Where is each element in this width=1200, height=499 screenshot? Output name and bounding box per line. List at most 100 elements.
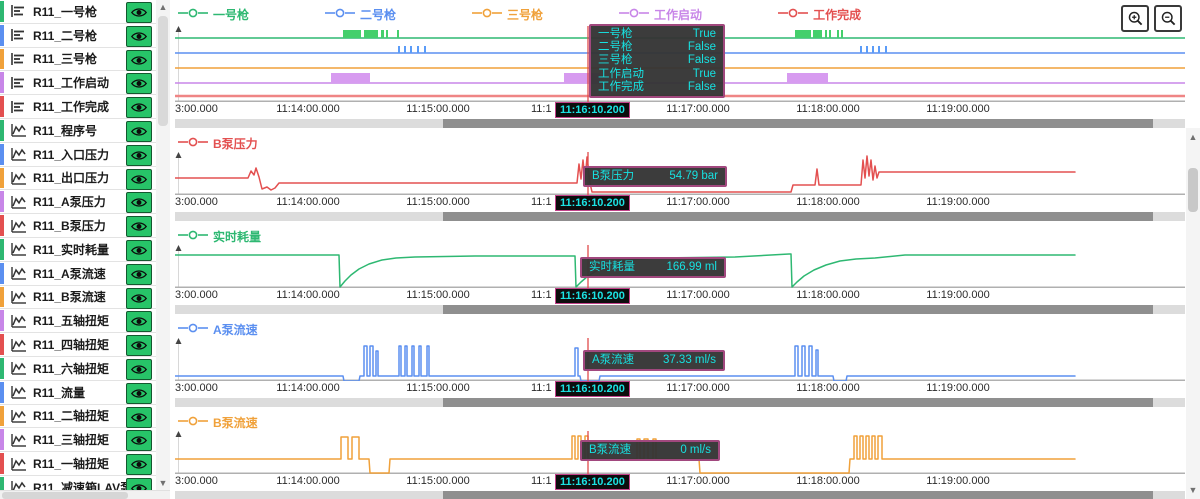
sidebar-item[interactable]: R11_减速箱LAV泵 — [0, 475, 156, 490]
visibility-eye-button[interactable] — [126, 263, 152, 285]
chart-horizontal-scrollbar[interactable] — [175, 119, 1185, 128]
main-vertical-scrollbar[interactable]: ▲ ▼ — [1186, 128, 1200, 499]
visibility-eye-button[interactable] — [126, 73, 152, 95]
time-tick-label: 11:18:00.000 — [796, 475, 860, 487]
visibility-eye-button[interactable] — [126, 144, 152, 166]
visibility-eye-button[interactable] — [126, 192, 152, 214]
main-scroll-thumb[interactable] — [1188, 168, 1198, 212]
chart-hscroll-thumb[interactable] — [443, 305, 1153, 314]
visibility-eye-button[interactable] — [126, 406, 152, 428]
visibility-eye-button[interactable] — [126, 216, 152, 238]
legend-item[interactable]: 工作完成 — [778, 5, 861, 23]
chart-hscroll-thumb[interactable] — [443, 398, 1153, 407]
sidebar-item[interactable]: R11_A泵压力 — [0, 190, 156, 215]
sidebar-scroll-down-icon[interactable]: ▼ — [156, 476, 170, 490]
sidebar-item[interactable]: R11_工作启动 — [0, 71, 156, 96]
chart-plot[interactable]: 实时耗量 166.99 ml — [175, 245, 1185, 288]
sidebar-item-label: R11_五轴扭矩 — [33, 314, 110, 329]
tooltip-label: A泵流速 — [592, 354, 635, 366]
legend-series-icon — [178, 413, 208, 431]
visibility-eye-button[interactable] — [126, 335, 152, 357]
visibility-eye-button[interactable] — [126, 239, 152, 261]
time-tick-label: 11:17:00.000 — [666, 103, 730, 115]
sidebar-scroll-thumb[interactable] — [158, 16, 168, 126]
chart-plot[interactable]: 一号枪 True 二号枪 False 三号枪 False 工作启动 True 工作完成 False — [175, 24, 1185, 102]
zoom-in-button[interactable] — [1121, 5, 1149, 32]
visibility-eye-button[interactable] — [126, 25, 152, 47]
line-chart-icon — [10, 218, 27, 233]
sidebar-horizontal-scrollbar[interactable] — [0, 490, 170, 499]
sidebar-item[interactable]: R11_入口压力 — [0, 142, 156, 167]
visibility-eye-button[interactable] — [126, 97, 152, 119]
zoom-out-button[interactable] — [1154, 5, 1182, 32]
sidebar-scroll-up-icon[interactable]: ▲ — [156, 0, 170, 14]
visibility-eye-button[interactable] — [126, 287, 152, 309]
visibility-eye-button[interactable] — [126, 311, 152, 333]
sidebar-hscroll-thumb[interactable] — [2, 492, 128, 499]
tooltip-label: B泵压力 — [592, 170, 635, 182]
visibility-eye-button[interactable] — [126, 430, 152, 452]
sidebar-item[interactable]: R11_五轴扭矩 — [0, 309, 156, 334]
visibility-eye-button[interactable] — [126, 120, 152, 142]
legend-series-label: 一号枪 — [213, 7, 250, 22]
sidebar-item[interactable]: R11_程序号 — [0, 118, 156, 143]
series-color-bar — [0, 215, 4, 236]
sidebar-item[interactable]: R11_一号枪 — [0, 0, 156, 24]
chart-plot[interactable]: A泵流速 37.33 ml/s — [175, 338, 1185, 381]
sidebar-item[interactable]: R11_三轴扭矩 — [0, 428, 156, 453]
cursor-time-label: 11:16:10.200 — [555, 474, 630, 490]
sidebar-item[interactable]: R11_一轴扭矩 — [0, 452, 156, 476]
chart-block: 一号枪 二号枪 三号枪 工作启动 工作完成一号枪 True 二号枪 False 三号枪 False… — [170, 2, 1186, 128]
chart-hscroll-thumb[interactable] — [443, 212, 1153, 221]
sidebar-item[interactable]: R11_实时耗量 — [0, 237, 156, 262]
sidebar-item[interactable]: R11_流量 — [0, 380, 156, 405]
visibility-eye-button[interactable] — [126, 168, 152, 190]
visibility-eye-button[interactable] — [126, 382, 152, 404]
chart-horizontal-scrollbar[interactable] — [175, 305, 1185, 314]
sidebar-item[interactable]: R11_二号枪 — [0, 23, 156, 48]
sidebar-vertical-scrollbar[interactable]: ▲ ▼ — [156, 0, 170, 490]
y-axis-arrow-icon — [175, 431, 182, 437]
chart-hscroll-thumb[interactable] — [443, 119, 1153, 128]
sidebar-item[interactable]: R11_三号枪 — [0, 47, 156, 72]
digital-signal-icon — [10, 51, 27, 66]
chart-plot[interactable]: B泵压力 54.79 bar — [175, 152, 1185, 195]
tooltip-row: B泵流速 0 ml/s — [589, 444, 711, 457]
sidebar-item[interactable]: R11_六轴扭矩 — [0, 356, 156, 381]
value-tooltip: 一号枪 True 二号枪 False 三号枪 False 工作启动 True 工作完成 False — [589, 24, 725, 99]
chart-hscroll-thumb[interactable] — [443, 491, 1153, 499]
sidebar-item[interactable]: R11_出口压力 — [0, 166, 156, 191]
sidebar-item[interactable]: R11_四轴扭矩 — [0, 333, 156, 357]
sidebar-item-label: R11_A泵压力 — [33, 195, 106, 210]
visibility-eye-button[interactable] — [126, 2, 152, 23]
sidebar-item[interactable]: R11_二轴扭矩 — [0, 404, 156, 429]
visibility-eye-button[interactable] — [126, 454, 152, 476]
tooltip-value: 166.99 ml — [666, 261, 717, 273]
chart-horizontal-scrollbar[interactable] — [175, 398, 1185, 407]
sidebar-item[interactable]: R11_B泵流速 — [0, 285, 156, 310]
line-chart-icon — [10, 289, 27, 304]
legend-item[interactable]: 二号枪 — [325, 5, 396, 23]
chart-plot[interactable]: B泵流速 0 ml/s — [175, 431, 1185, 474]
sidebar-item[interactable]: R11_A泵流速 — [0, 261, 156, 286]
chart-horizontal-scrollbar[interactable] — [175, 491, 1185, 499]
legend-item[interactable]: 工作启动 — [619, 5, 702, 23]
main-scroll-down-icon[interactable]: ▼ — [1186, 483, 1200, 497]
line-chart-icon — [10, 456, 27, 471]
tooltip-value: 54.79 bar — [669, 170, 718, 182]
sidebar-item[interactable]: R11_B泵压力 — [0, 214, 156, 238]
chart-header: A泵流速 — [170, 320, 1186, 338]
time-tick-label: 11:19:00.000 — [926, 103, 990, 115]
main-scroll-up-icon[interactable]: ▲ — [1186, 130, 1200, 144]
legend-item[interactable]: 一号枪 — [178, 5, 249, 23]
visibility-eye-button[interactable] — [126, 477, 152, 490]
sidebar-item[interactable]: R11_工作完成 — [0, 95, 156, 119]
line-chart-icon — [10, 408, 27, 423]
visibility-eye-button[interactable] — [126, 49, 152, 71]
time-axis: 3:00.000 11:14:00.000 11:15:00.000 11:1 11:1… — [175, 102, 1185, 118]
chart-horizontal-scrollbar[interactable] — [175, 212, 1185, 221]
time-tick-label: 11:1 — [531, 475, 552, 487]
legend-item[interactable]: 三号枪 — [472, 5, 543, 23]
cursor-time-label: 11:16:10.200 — [555, 288, 630, 304]
visibility-eye-button[interactable] — [126, 358, 152, 380]
